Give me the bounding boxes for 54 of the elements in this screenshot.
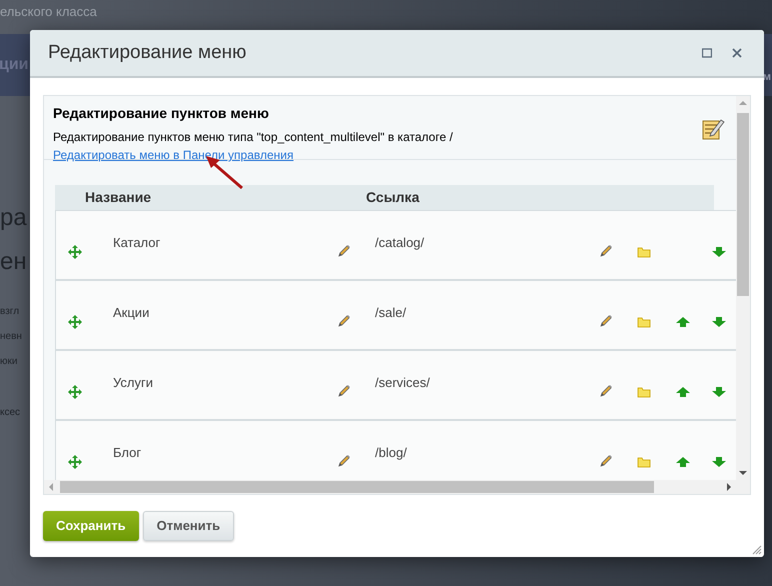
dialog-title: Редактирование меню: [48, 40, 248, 65]
pencil-icon[interactable]: [337, 454, 351, 468]
page-text: юки: [0, 355, 18, 369]
scrollbar-thumb[interactable]: [60, 481, 654, 493]
item-name: Акции: [113, 304, 150, 322]
down-arrow-icon[interactable]: [712, 317, 726, 327]
save-button[interactable]: Сохранить: [43, 511, 139, 541]
section-description: Редактирование пунктов меню типа "top_content_multilevel" в каталоге /: [53, 129, 454, 146]
folder-icon[interactable]: [637, 386, 651, 398]
page-heading: ра: [0, 203, 27, 233]
column-header: Название: [85, 188, 152, 207]
page-text: ксес: [0, 406, 20, 420]
pencil-icon[interactable]: [337, 314, 351, 328]
close-icon[interactable]: [732, 48, 742, 58]
item-name: Каталог: [113, 234, 162, 252]
column-header: Ссылка: [366, 188, 420, 207]
folder-icon[interactable]: [637, 316, 651, 328]
pencil-icon[interactable]: [599, 454, 613, 468]
move-icon[interactable]: [68, 315, 82, 329]
move-icon[interactable]: [68, 455, 82, 469]
section-title: Редактирование пунктов меню: [53, 104, 270, 123]
down-arrow-icon[interactable]: [712, 247, 726, 257]
pencil-icon[interactable]: [337, 244, 351, 258]
up-arrow-icon[interactable]: [676, 457, 690, 467]
resize-handle-icon[interactable]: [752, 545, 762, 555]
maximize-icon[interactable]: [702, 48, 712, 58]
page-heading: ен: [0, 247, 27, 277]
up-arrow-icon[interactable]: [676, 317, 690, 327]
down-arrow-icon[interactable]: [712, 457, 726, 467]
item-name: Услуги: [113, 374, 154, 392]
move-icon[interactable]: [68, 245, 82, 259]
scrollbar-thumb[interactable]: [737, 113, 749, 296]
page-text: взгл: [0, 305, 20, 319]
folder-icon[interactable]: [637, 456, 651, 468]
edit-notes-icon[interactable]: [701, 117, 725, 141]
page-text: невн: [0, 330, 22, 344]
scroll-left-icon[interactable]: [48, 483, 54, 491]
pencil-icon[interactable]: [337, 384, 351, 398]
control-panel-link[interactable]: Редактировать меню в Панели управления: [53, 146, 294, 164]
page-text: ельского класса: [0, 4, 97, 19]
scroll-up-icon[interactable]: [739, 100, 747, 106]
move-icon[interactable]: [68, 385, 82, 399]
vertical-scrollbar[interactable]: [736, 96, 750, 480]
item-name: Блог: [113, 444, 142, 462]
up-arrow-icon[interactable]: [676, 387, 690, 397]
folder-icon[interactable]: [637, 246, 651, 258]
scroll-right-icon[interactable]: [726, 483, 732, 491]
pencil-icon[interactable]: [599, 314, 613, 328]
down-arrow-icon[interactable]: [712, 387, 726, 397]
scroll-down-icon[interactable]: [739, 470, 747, 476]
horizontal-scrollbar[interactable]: [44, 480, 750, 494]
cancel-button[interactable]: Отменить: [142, 511, 234, 541]
pencil-icon[interactable]: [599, 384, 613, 398]
pencil-icon[interactable]: [599, 244, 613, 258]
